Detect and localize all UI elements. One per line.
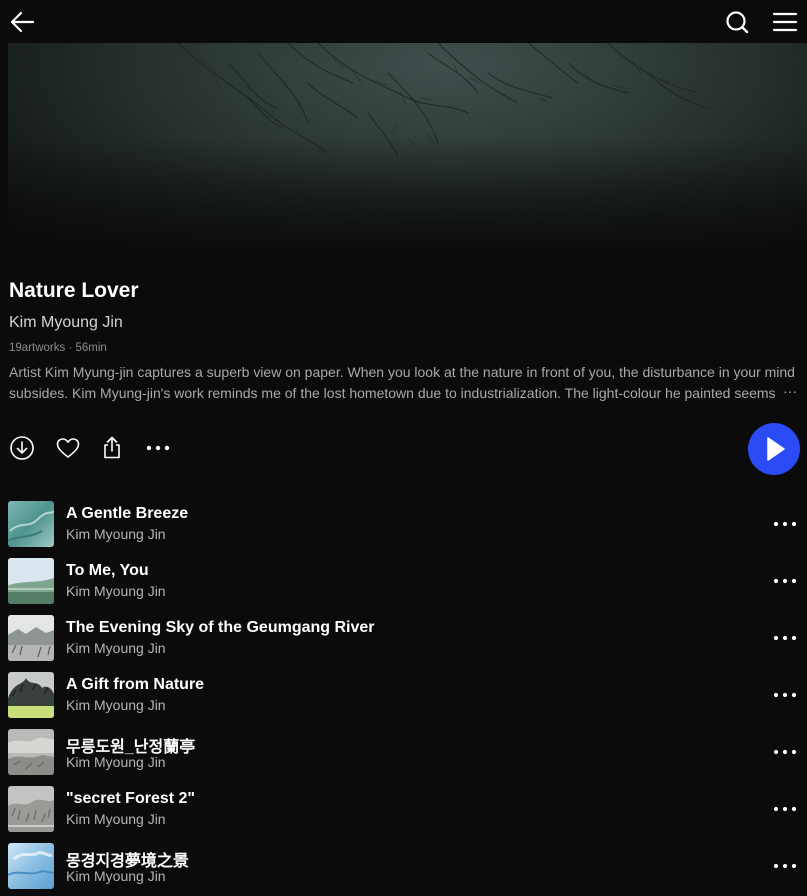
track-artist: Kim Myoung Jin <box>66 583 166 599</box>
track-thumbnail <box>8 729 54 775</box>
heart-icon <box>56 438 80 458</box>
play-icon <box>767 437 785 461</box>
track-thumbnail <box>8 786 54 832</box>
back-button[interactable] <box>6 6 38 38</box>
search-button[interactable] <box>721 6 753 38</box>
more-options-button[interactable] <box>144 434 172 462</box>
track-more-button[interactable] <box>770 740 800 764</box>
track-thumbnail <box>8 558 54 604</box>
track-row[interactable]: A Gentle Breeze Kim Myoung Jin <box>0 500 807 557</box>
share-icon <box>104 436 120 459</box>
track-more-button[interactable] <box>770 569 800 593</box>
track-thumbnail <box>8 672 54 718</box>
more-horizontal-icon <box>773 578 797 584</box>
description-more-button[interactable]: ··· <box>781 383 797 399</box>
download-icon <box>10 436 34 460</box>
track-more-button[interactable] <box>770 683 800 707</box>
track-row[interactable]: "secret Forest 2" Kim Myoung Jin <box>0 785 807 842</box>
track-more-button[interactable] <box>770 854 800 878</box>
like-button[interactable] <box>54 434 82 462</box>
track-artist: Kim Myoung Jin <box>66 811 166 827</box>
more-horizontal-icon <box>773 521 797 527</box>
cover-artwork <box>8 43 807 258</box>
track-row[interactable]: The Evening Sky of the Geumgang River Ki… <box>0 614 807 671</box>
playlist-page: Nature Lover Kim Myoung Jin 19artworks ·… <box>0 0 807 896</box>
play-button[interactable] <box>748 423 800 475</box>
track-row[interactable]: A Gift from Nature Kim Myoung Jin <box>0 671 807 728</box>
more-horizontal-icon <box>773 806 797 812</box>
track-artist: Kim Myoung Jin <box>66 868 166 884</box>
menu-button[interactable] <box>769 6 801 38</box>
track-artist: Kim Myoung Jin <box>66 754 166 770</box>
track-more-button[interactable] <box>770 512 800 536</box>
playlist-artist[interactable]: Kim Myoung Jin <box>9 314 123 332</box>
hamburger-menu-icon <box>772 12 798 32</box>
track-thumbnail <box>8 501 54 547</box>
playlist-title: Nature Lover <box>9 279 139 302</box>
search-icon <box>726 11 749 34</box>
track-row[interactable]: 몽경지경夢境之景 Kim Myoung Jin <box>0 842 807 896</box>
more-horizontal-icon <box>146 445 170 451</box>
track-more-button[interactable] <box>770 797 800 821</box>
track-thumbnail <box>8 615 54 661</box>
playlist-description[interactable]: Artist Kim Myung-jin captures a superb v… <box>9 362 799 404</box>
track-title: A Gentle Breeze <box>66 505 189 522</box>
track-title: "secret Forest 2" <box>66 790 196 807</box>
track-list: A Gentle Breeze Kim Myoung Jin To Me, Yo… <box>0 500 807 896</box>
track-artist: Kim Myoung Jin <box>66 640 166 656</box>
track-more-button[interactable] <box>770 626 800 650</box>
track-thumbnail <box>8 843 54 889</box>
top-bar <box>0 0 807 43</box>
track-row[interactable]: 무릉도원_난정蘭亭 Kim Myoung Jin <box>0 728 807 785</box>
artwork-branches <box>177 43 709 159</box>
playlist-meta: 19artworks · 56min <box>9 342 107 354</box>
track-title: A Gift from Nature <box>66 676 205 693</box>
track-artist: Kim Myoung Jin <box>66 697 166 713</box>
track-row[interactable]: To Me, You Kim Myoung Jin <box>0 557 807 614</box>
track-title: The Evening Sky of the Geumgang River <box>66 619 375 636</box>
more-horizontal-icon <box>773 863 797 869</box>
more-horizontal-icon <box>773 635 797 641</box>
track-title: To Me, You <box>66 562 149 579</box>
share-button[interactable] <box>98 434 126 462</box>
arrow-left-icon <box>10 11 35 33</box>
track-artist: Kim Myoung Jin <box>66 526 166 542</box>
download-button[interactable] <box>8 434 36 462</box>
more-horizontal-icon <box>773 749 797 755</box>
more-horizontal-icon <box>773 692 797 698</box>
